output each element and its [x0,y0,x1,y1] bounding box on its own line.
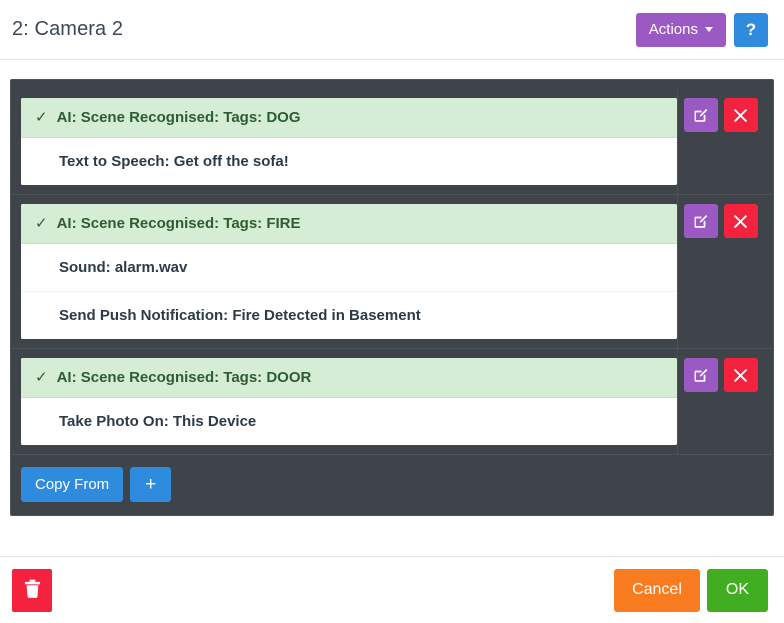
rule-trigger-label: AI: Scene Recognised: Tags: DOG [57,109,301,126]
chevron-down-icon [705,27,713,32]
rule-row: ✓ AI: Scene Recognised: Tags: DOOR Take … [11,349,773,455]
rules-panel-wrapper: ✓ AI: Scene Recognised: Tags: DOG Text t… [0,60,784,516]
rule-action-item[interactable]: Send Push Notification: Fire Detected in… [21,291,677,339]
rule-trigger-label: AI: Scene Recognised: Tags: FIRE [57,215,301,232]
close-x-icon [733,368,748,383]
dialog-footer: Cancel OK [0,556,784,623]
delete-rule-button[interactable] [724,204,758,238]
panel-footer-toolbar: Copy From + [11,455,773,506]
rule-tools [677,349,773,454]
cancel-button[interactable]: Cancel [614,569,700,612]
rule-actions-list: Text to Speech: Get off the sofa! [21,138,677,185]
check-icon: ✓ [35,110,48,125]
rule-row: ✓ AI: Scene Recognised: Tags: DOG Text t… [11,89,773,195]
check-icon: ✓ [35,216,48,231]
edit-pencil-icon [692,107,709,124]
rule-trigger-header[interactable]: ✓ AI: Scene Recognised: Tags: FIRE [21,204,677,244]
actions-button-label: Actions [649,22,698,37]
add-rule-button[interactable]: + [130,467,171,502]
help-button[interactable]: ? [734,13,768,47]
rule-trigger-header[interactable]: ✓ AI: Scene Recognised: Tags: DOG [21,98,677,138]
check-icon: ✓ [35,370,48,385]
rule-action-item[interactable]: Take Photo On: This Device [21,398,677,445]
rule-card: ✓ AI: Scene Recognised: Tags: DOG Text t… [21,98,677,185]
close-x-icon [733,108,748,123]
edit-rule-button[interactable] [684,204,718,238]
rule-actions-list: Take Photo On: This Device [21,398,677,445]
delete-all-button[interactable] [12,569,52,612]
rules-panel: ✓ AI: Scene Recognised: Tags: DOG Text t… [10,79,774,516]
dialog-header: 2: Camera 2 Actions ? [0,0,784,60]
page-title: 2: Camera 2 [12,18,123,41]
rule-action-item[interactable]: Sound: alarm.wav [21,244,677,291]
close-x-icon [733,214,748,229]
footer-actions-group: Cancel OK [614,569,768,612]
rule-action-item[interactable]: Text to Speech: Get off the sofa! [21,138,677,185]
edit-pencil-icon [692,367,709,384]
rule-trigger-label: AI: Scene Recognised: Tags: DOOR [57,369,312,386]
copy-from-button[interactable]: Copy From [21,467,123,502]
edit-pencil-icon [692,213,709,230]
ok-button[interactable]: OK [707,569,768,612]
trash-icon [24,579,41,600]
rule-tools [677,195,773,348]
edit-rule-button[interactable] [684,358,718,392]
rule-trigger-header[interactable]: ✓ AI: Scene Recognised: Tags: DOOR [21,358,677,398]
delete-rule-button[interactable] [724,98,758,132]
rule-tools [677,89,773,194]
rule-card: ✓ AI: Scene Recognised: Tags: DOOR Take … [21,358,677,445]
actions-dropdown-button[interactable]: Actions [636,13,726,47]
delete-rule-button[interactable] [724,358,758,392]
edit-rule-button[interactable] [684,98,718,132]
header-actions-group: Actions ? [636,13,768,47]
rule-row: ✓ AI: Scene Recognised: Tags: FIRE Sound… [11,195,773,349]
rule-actions-list: Sound: alarm.wav Send Push Notification:… [21,244,677,339]
rule-card: ✓ AI: Scene Recognised: Tags: FIRE Sound… [21,204,677,339]
